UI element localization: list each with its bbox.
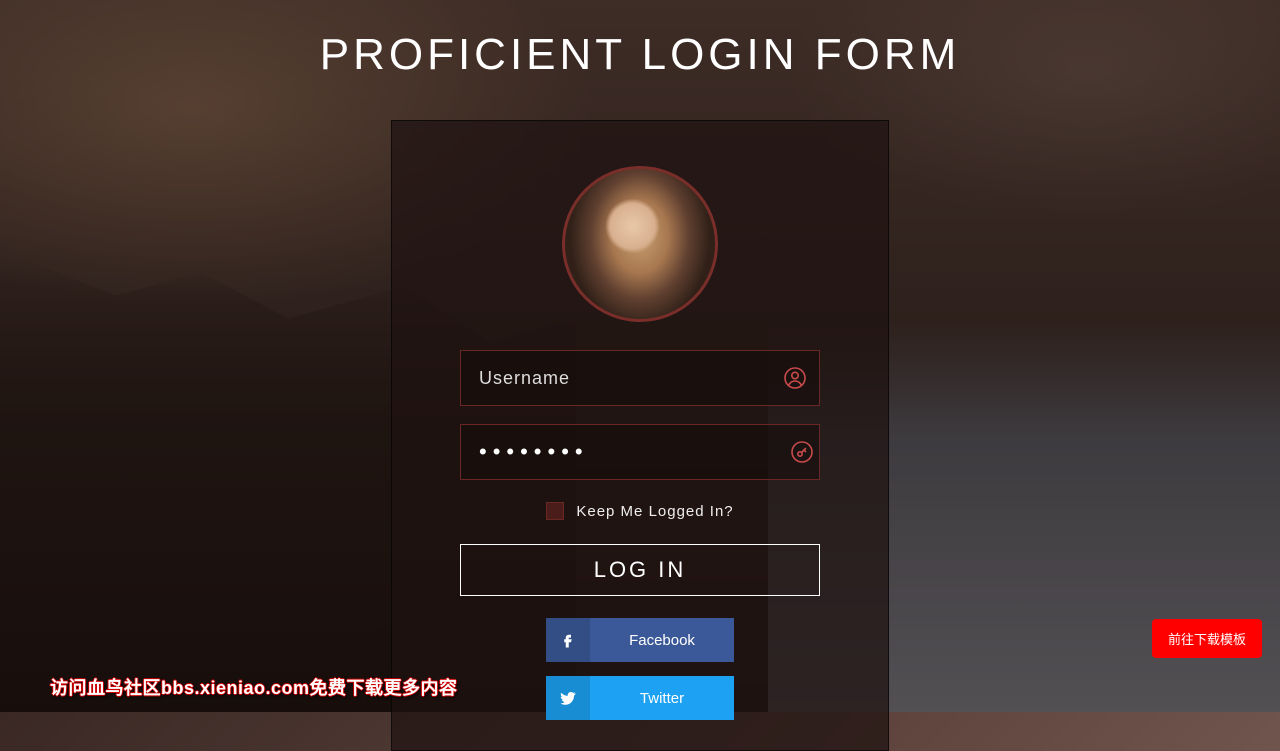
facebook-label: Facebook xyxy=(590,632,734,649)
password-input[interactable] xyxy=(461,439,785,465)
keep-logged-in-label: Keep Me Logged In? xyxy=(576,503,733,520)
keep-logged-in-checkbox[interactable] xyxy=(546,502,564,520)
watermark-text: 访问血鸟社区bbs.xieniao.com免费下载更多内容 xyxy=(50,674,458,700)
facebook-icon xyxy=(546,618,590,662)
keep-logged-in-row: Keep Me Logged In? xyxy=(427,502,853,520)
login-card: Keep Me Logged In? LOG IN Facebook Twitt… xyxy=(391,120,889,751)
twitter-label: Twitter xyxy=(590,690,734,707)
login-button[interactable]: LOG IN xyxy=(460,544,820,596)
user-icon xyxy=(771,366,819,390)
password-field-wrapper xyxy=(460,424,820,480)
avatar xyxy=(562,166,718,322)
username-field-wrapper xyxy=(460,350,820,406)
username-input[interactable] xyxy=(461,368,771,389)
download-template-button[interactable]: 前往下载模板 xyxy=(1152,619,1262,658)
key-icon xyxy=(785,440,819,464)
twitter-icon xyxy=(546,676,590,720)
facebook-login-button[interactable]: Facebook xyxy=(546,618,734,662)
twitter-login-button[interactable]: Twitter xyxy=(546,676,734,720)
page-title: PROFICIENT LOGIN FORM xyxy=(0,0,1280,80)
